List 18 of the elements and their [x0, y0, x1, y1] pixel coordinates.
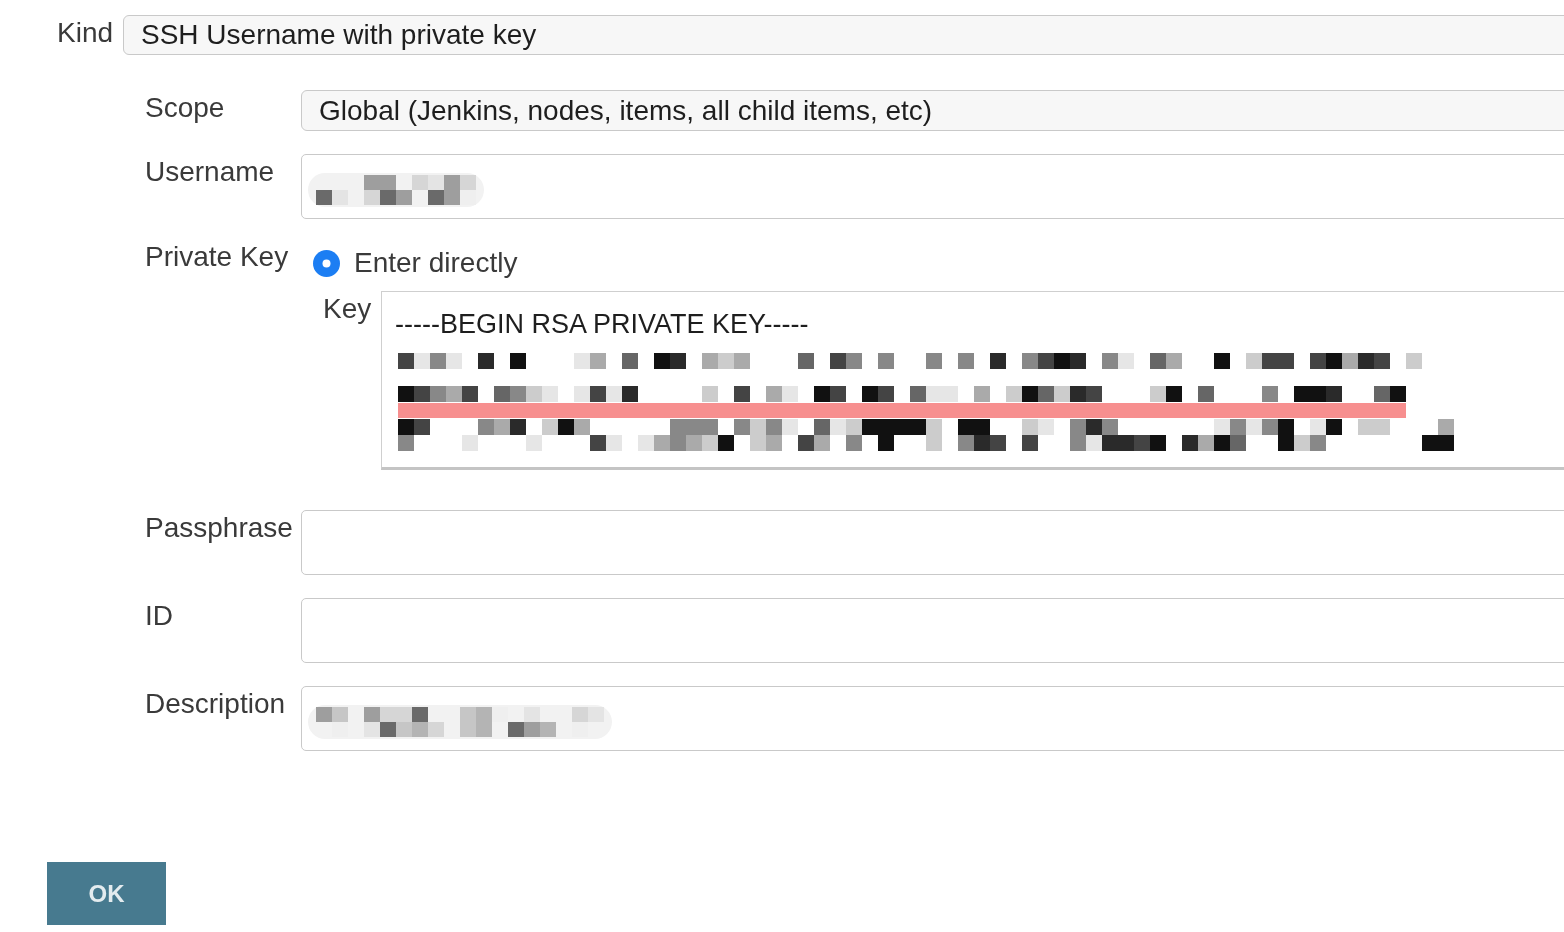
field-label: Description	[145, 687, 287, 721]
field-label: Username	[145, 155, 276, 189]
text-field[interactable]	[301, 510, 1564, 575]
radio-button[interactable]	[313, 249, 340, 277]
field-label: Scope	[145, 91, 226, 125]
field-label: Passphrase	[145, 511, 294, 545]
field-label: Kind	[57, 16, 115, 50]
field-label: Key	[323, 292, 373, 326]
key-textarea[interactable]: -----BEGIN RSA PRIVATE KEY-----	[381, 291, 1564, 470]
scope-select[interactable]: Global (Jenkins, nodes, items, all child items, etc)	[301, 90, 1564, 131]
radio-label: Enter directly	[354, 246, 518, 280]
field-label: ID	[145, 599, 174, 633]
text-field[interactable]	[301, 598, 1564, 663]
kind-select[interactable]: SSH Username with private key	[123, 15, 1564, 55]
field-label: Private Key	[145, 240, 290, 274]
ok-button[interactable]: OK	[47, 862, 166, 925]
text-field[interactable]	[301, 686, 1564, 751]
text-field[interactable]	[301, 154, 1564, 219]
